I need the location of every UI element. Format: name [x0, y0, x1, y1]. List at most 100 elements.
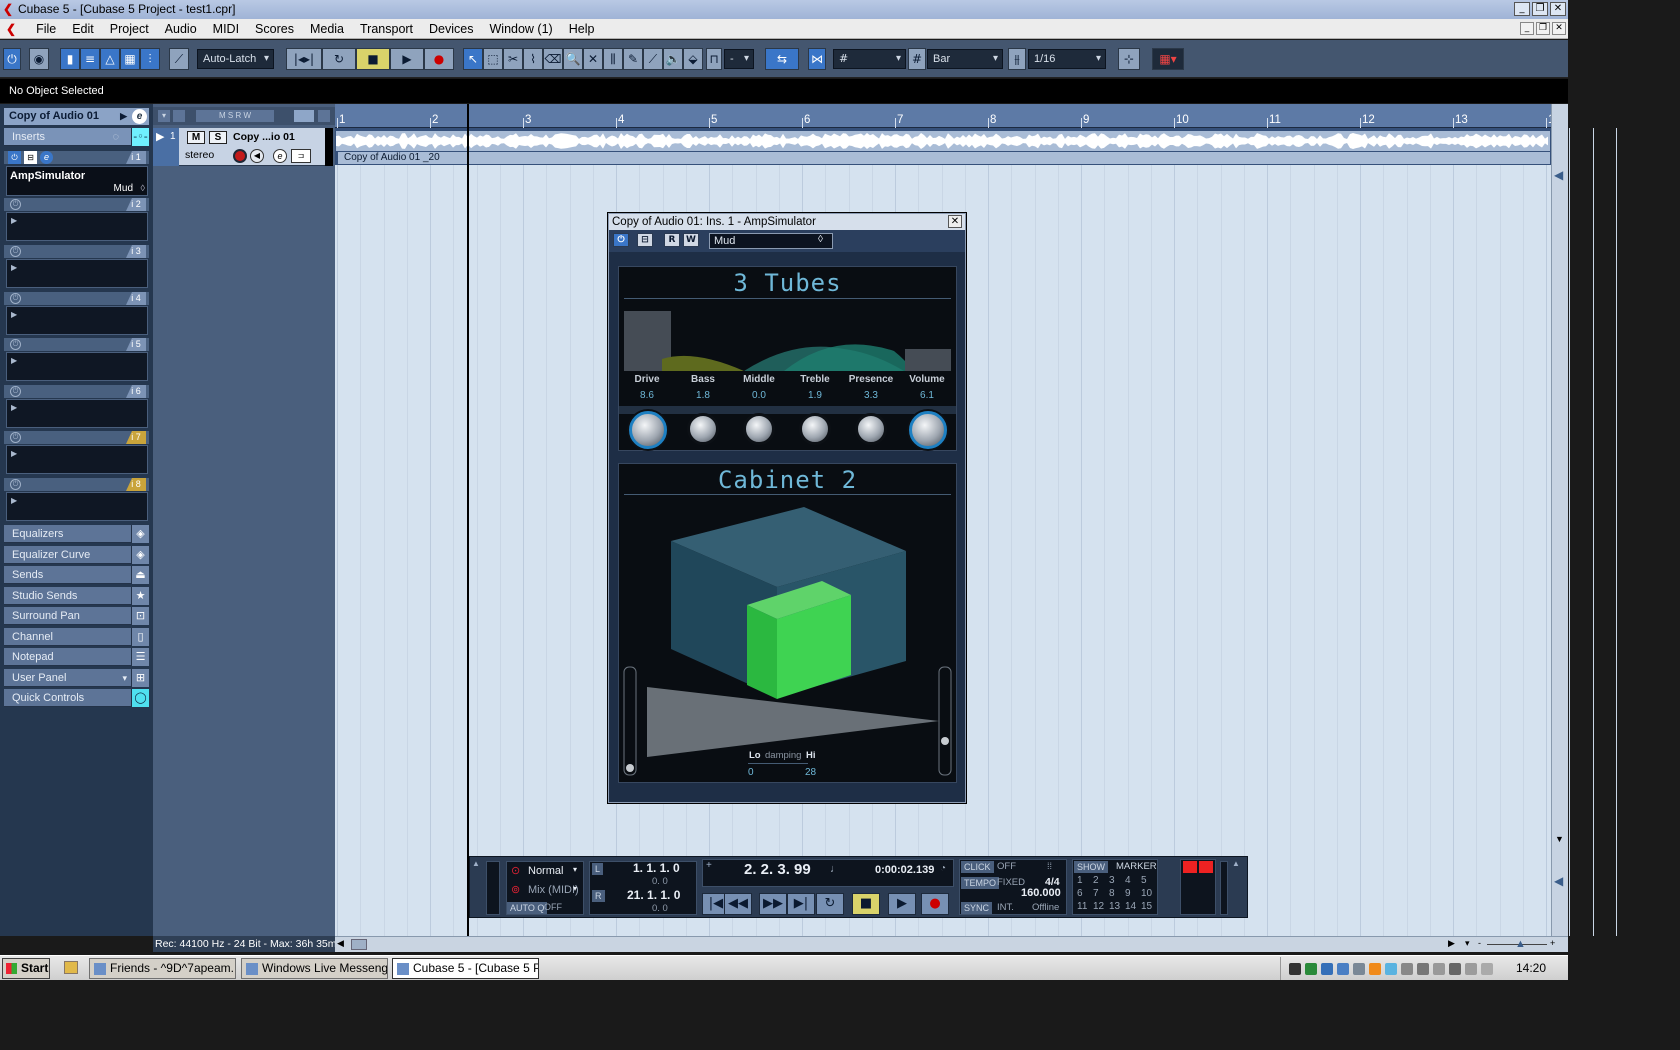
inspector-track-name[interactable]: Copy of Audio 01 ▶ e	[4, 108, 149, 125]
minimize-button[interactable]: _	[1514, 2, 1530, 16]
sync-button[interactable]: SYNC	[961, 902, 993, 914]
menu-help[interactable]: Help	[561, 19, 603, 39]
menu-transport[interactable]: Transport	[352, 19, 421, 39]
slot-2-expand-icon[interactable]: ▶	[11, 216, 17, 225]
close-button[interactable]: ✕	[1550, 2, 1566, 16]
sends-icon[interactable]: ⏏	[131, 566, 149, 584]
user-panel-dropdown-icon[interactable]: ▾	[122, 669, 127, 687]
monitor-button[interactable]: ◀	[250, 149, 264, 163]
goto-end-button[interactable]: ▶|	[787, 893, 815, 915]
marker-4-button[interactable]: 4	[1125, 875, 1131, 886]
edit-channel-icon[interactable]: e	[132, 109, 147, 124]
activate-project-button[interactable]: ⏻	[3, 48, 21, 70]
marker-11-button[interactable]: 11	[1077, 901, 1087, 912]
zoom-slider-thumb-icon[interactable]: ▲	[1515, 938, 1526, 950]
record-enable-button[interactable]	[233, 149, 247, 163]
middle-knob[interactable]	[743, 413, 775, 445]
project-cursor[interactable]	[467, 104, 469, 936]
mdi-close-button[interactable]: ✕	[1552, 22, 1566, 35]
record-mode-dropdown-icon[interactable]: ▾	[573, 865, 577, 874]
sends-section[interactable]: Sends ⏏	[4, 566, 149, 584]
studio-sends-section[interactable]: Studio Sends ★	[4, 587, 149, 605]
insert-slot-2[interactable]: ▶	[6, 212, 148, 241]
track-expand-icon[interactable]: ▶	[156, 130, 164, 143]
marker-14-button[interactable]: 14	[1125, 901, 1136, 912]
menu-audio[interactable]: Audio	[157, 19, 205, 39]
slot-5-expand-icon[interactable]: ▶	[11, 356, 17, 365]
right-locator-value[interactable]: 21. 1. 1. 0	[627, 888, 680, 902]
zoom-presets-icon[interactable]: ▾	[1465, 938, 1470, 949]
tray-user-icon[interactable]	[1417, 963, 1429, 975]
mdi-restore-button[interactable]: ❐	[1536, 22, 1550, 35]
marker-1-button[interactable]: 1	[1077, 875, 1083, 886]
zoom-in-icon[interactable]: +	[1550, 938, 1555, 948]
slot-3-power-icon[interactable]: ⏻	[10, 246, 21, 257]
treble-knob[interactable]	[799, 413, 831, 445]
automation-mode-select[interactable]: Auto-Latch	[197, 49, 274, 69]
menu-file[interactable]: File	[28, 19, 64, 39]
glue-tool-icon[interactable]: ⌇	[523, 48, 543, 70]
line-tool-icon[interactable]: ⟋	[643, 48, 663, 70]
user-panel-icon[interactable]: ⊞	[131, 669, 149, 687]
time-warp-tool-icon[interactable]: ⫼	[603, 48, 623, 70]
tray-monitor-icon[interactable]	[1465, 963, 1477, 975]
cycle-button[interactable]: ↻	[322, 48, 356, 70]
transport-collapse-left-icon[interactable]: ▲	[472, 859, 480, 868]
insert-slot-7[interactable]: ▶	[6, 445, 148, 474]
object-selection-tool-icon[interactable]: ↖	[463, 48, 483, 70]
tray-app-icon-6[interactable]	[1369, 963, 1381, 975]
audio-track-row[interactable]: ▶ 1 M S Copy ...io 01 stereo ◀ e ⊐	[153, 128, 325, 166]
left-locator-label[interactable]: L	[592, 863, 604, 875]
slot-5-power-icon[interactable]: ⏻	[10, 339, 21, 350]
transport-play-button[interactable]: ▶	[888, 893, 916, 915]
track-edit-button[interactable]: e	[273, 149, 287, 163]
marker-13-button[interactable]: 13	[1109, 901, 1120, 912]
slot-1-power-icon[interactable]: ⏻	[8, 151, 21, 164]
menu-edit[interactable]: Edit	[64, 19, 102, 39]
quick-controls-icon[interactable]: ◯	[131, 689, 149, 707]
slot-3-expand-icon[interactable]: ▶	[11, 263, 17, 272]
master-level-fader[interactable]	[1220, 861, 1228, 915]
marker-10-button[interactable]: 10	[1141, 888, 1152, 899]
cabinet-model-display[interactable]: Cabinet 2	[619, 466, 956, 494]
global-mute-solo-icons[interactable]: M S R W	[196, 110, 274, 122]
damping-lo-value[interactable]: 0	[748, 767, 754, 778]
iterative-quantize-button[interactable]: ⊹	[1118, 48, 1140, 70]
audio-event-waveform[interactable]	[336, 131, 1550, 151]
quantize-select[interactable]: 1/16	[1028, 49, 1106, 69]
scroll-down-icon[interactable]: ▼	[1555, 834, 1564, 844]
plugin-power-icon[interactable]: ⏻	[613, 233, 629, 247]
slot-1-preset-icon[interactable]: ◊	[141, 183, 145, 193]
preset-menu-icon[interactable]: ◊	[818, 234, 823, 245]
slot-7-expand-icon[interactable]: ▶	[11, 449, 17, 458]
zoom-out-icon[interactable]: -	[1478, 938, 1481, 948]
constrain-delay-button[interactable]: ◉	[29, 48, 49, 70]
transport-cycle-button[interactable]: ↻	[816, 893, 844, 915]
left-locator-value[interactable]: 1. 1. 1. 0	[633, 861, 680, 875]
user-panel-section[interactable]: User Panel ▾ ⊞	[4, 669, 149, 687]
slot-4-power-icon[interactable]: ⏻	[10, 293, 21, 304]
channel-section[interactable]: Channel ▯	[4, 628, 149, 646]
surround-pan-icon[interactable]: ⊡	[131, 607, 149, 625]
inserts-toggle-icon[interactable]: -◦-	[131, 128, 149, 146]
draw-tool-icon[interactable]: ✎	[623, 48, 643, 70]
channel-icon[interactable]: ▯	[131, 628, 149, 646]
equalizer-curve-section[interactable]: Equalizer Curve ◈	[4, 546, 149, 564]
slot-1-bypass-icon[interactable]: ⊟	[24, 151, 37, 164]
time-format-icon[interactable]: ♩	[830, 863, 841, 875]
position-add-icon[interactable]: +	[706, 860, 712, 871]
time-format-select-icon[interactable]: ◔	[940, 863, 946, 874]
menu-window[interactable]: Window (1)	[482, 19, 561, 39]
slot-8-expand-icon[interactable]: ▶	[11, 496, 17, 505]
start-button[interactable]: Start	[2, 958, 50, 979]
record-mode-select[interactable]: Normal	[528, 865, 563, 877]
track-solo-button[interactable]: S	[209, 131, 227, 144]
tempo-button[interactable]: TEMPO	[961, 877, 1000, 889]
tray-network-icon[interactable]	[1449, 963, 1461, 975]
equalizers-icon[interactable]: ◈	[131, 525, 149, 543]
plugin-bypass-icon[interactable]: ⊟	[637, 233, 653, 247]
grid-type-select[interactable]: Bar	[927, 49, 1003, 69]
plugin-title[interactable]: Copy of Audio 01: Ins. 1 - AmpSimulator	[609, 214, 965, 230]
insert-slot-5[interactable]: ▶	[6, 352, 148, 381]
cycle-record-mode-select[interactable]: Mix (MIDI)	[528, 884, 579, 896]
